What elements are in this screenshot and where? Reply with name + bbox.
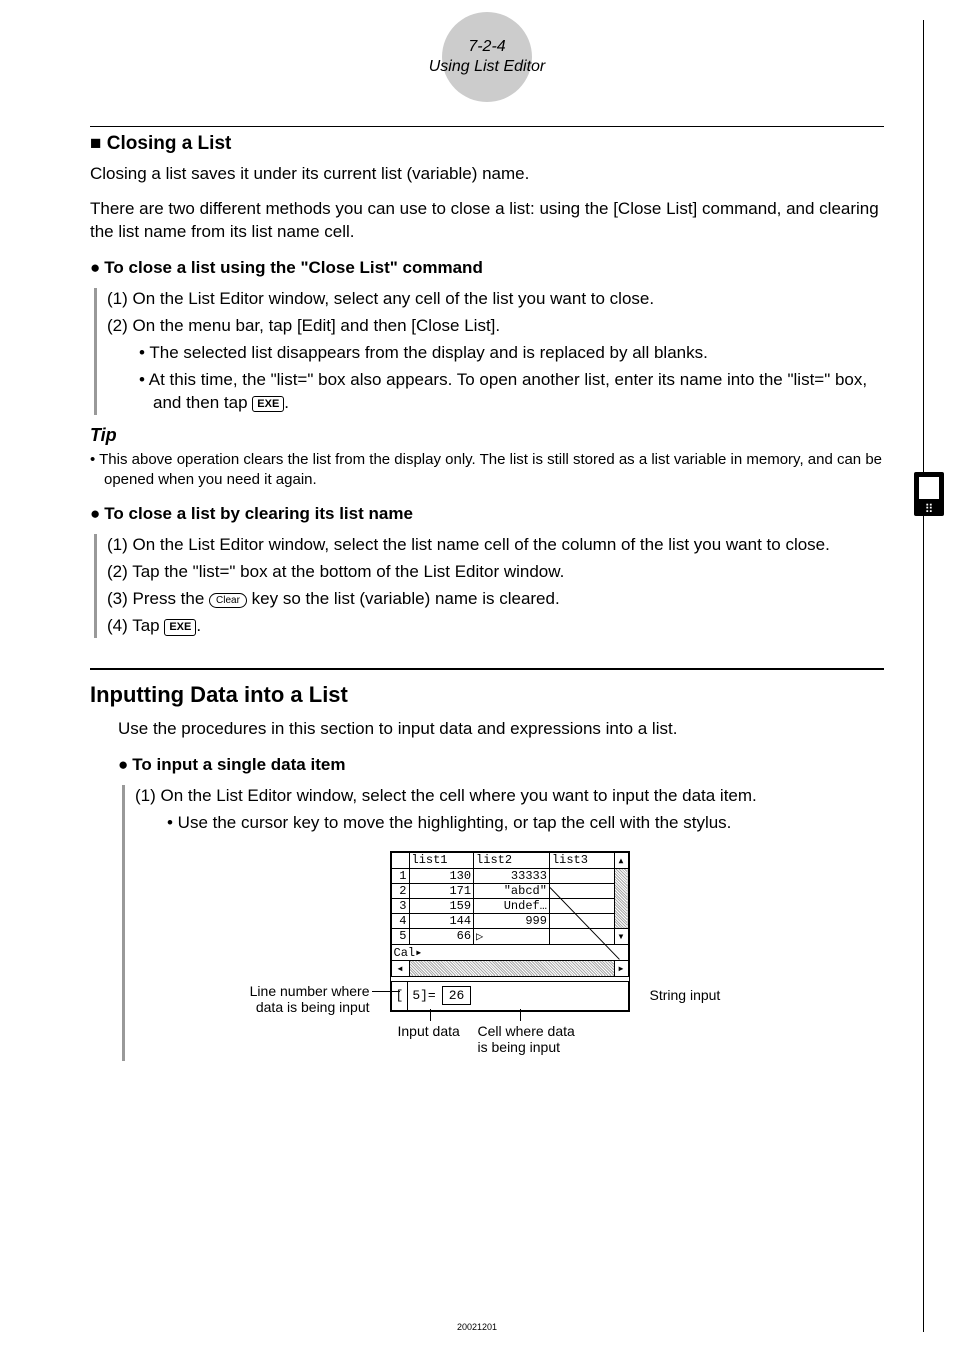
bullet-dot-icon: ● [118,755,128,774]
exe-key-icon: EXE [252,396,284,413]
callout-line-number: Line number where data is being input [200,983,370,1015]
scrollbar [614,868,628,928]
callout-line [372,991,400,992]
divider [90,126,884,127]
col-header: list3 [549,852,614,868]
input-single-heading: ●To input a single data item [118,755,884,775]
input-bar: [ 5]= 26 [391,981,629,1011]
substep-a2: • At this time, the "list=" box also app… [139,369,884,415]
close-list-clear-steps: (1) On the List Editor window, select th… [94,534,884,638]
footer-number: 20021201 [0,1322,954,1332]
step-b4-a: (4) Tap [107,616,164,635]
substep-c1: • Use the cursor key to move the highlig… [167,812,884,835]
exe-key-icon: EXE [164,619,196,636]
bullet-dot-icon: ● [90,504,100,523]
step-b3-b: key so the list (variable) name is clear… [247,589,560,608]
step-b2: (2) Tap the "list=" box at the bottom of… [107,561,884,584]
callout-input-data: Input data [398,1023,460,1039]
page-header: 7-2-4 Using List Editor [90,20,884,100]
step-b3-a: (3) Press the [107,589,209,608]
step-b4-b: . [196,616,201,635]
closing-list-heading: ■ Closing a List [90,133,884,155]
col-header: list1 [409,852,474,868]
closing-list-heading-text: Closing a List [107,133,232,154]
scroll-down-icon: ▾ [614,928,628,944]
callout-line [430,1009,431,1021]
close-list-command-steps: (1) On the List Editor window, select an… [94,288,884,415]
h-scrollbar [409,960,614,976]
col-header: list2 [474,852,550,868]
step-a2: (2) On the menu bar, tap [Edit] and then… [107,315,884,338]
closing-list-p1: Closing a list saves it under its curren… [90,163,884,186]
square-bullet-icon: ■ [90,133,101,154]
bullet-dot-icon: ● [90,258,100,277]
scroll-up-icon: ▴ [614,852,628,868]
clear-key-icon: Clear [209,593,247,609]
scroll-left-icon: ◂ [391,960,409,976]
substep-a2-text: • At this time, the "list=" box also app… [139,370,867,412]
divider [90,668,884,670]
inputting-data-heading: Inputting Data into a List [90,682,884,708]
step-c1: (1) On the List Editor window, select th… [135,785,884,808]
callout-string-input: String input [650,987,721,1003]
close-list-clear-heading: ●To close a list by clearing its list na… [90,504,884,524]
step-a1: (1) On the List Editor window, select an… [107,288,884,311]
callout-cell-where: Cell where data is being input [478,1023,575,1055]
page-content: 7-2-4 Using List Editor ■ Closing a List… [0,0,954,1101]
inputting-data-p1: Use the procedures in this section to in… [118,718,884,741]
header-title: Using List Editor [90,56,884,76]
substep-a2-end: . [284,393,289,412]
input-eq: 5]= [408,988,439,1003]
substep-a1: • The selected list disappears from the … [139,342,884,365]
step-b4: (4) Tap EXE. [107,615,884,638]
input-single-heading-text: To input a single data item [132,755,345,774]
close-list-command-heading-text: To close a list using the "Close List" c… [104,258,483,277]
header-chapter: 7-2-4 [90,20,884,56]
close-list-clear-heading-text: To close a list by clearing its list nam… [104,504,413,523]
list-table: list1 list2 list3 ▴ 113033333 2171"abcd"… [391,852,629,977]
callout-line [520,1009,521,1021]
scroll-right-icon: ▸ [614,960,628,976]
input-lbl: [ [392,982,409,1010]
input-value: 26 [442,986,472,1005]
closing-list-p2: There are two different methods you can … [90,198,884,244]
input-single-steps: (1) On the List Editor window, select th… [122,785,884,1061]
step-b3: (3) Press the Clear key so the list (var… [107,588,884,611]
list-editor-diagram: list1 list2 list3 ▴ 113033333 2171"abcd"… [230,851,790,1061]
cal-row: Cal▸ [391,944,628,960]
tip-body: • This above operation clears the list f… [90,450,884,491]
close-list-command-heading: ●To close a list using the "Close List" … [90,258,884,278]
tip-heading: Tip [90,425,884,446]
step-b1: (1) On the List Editor window, select th… [107,534,884,557]
